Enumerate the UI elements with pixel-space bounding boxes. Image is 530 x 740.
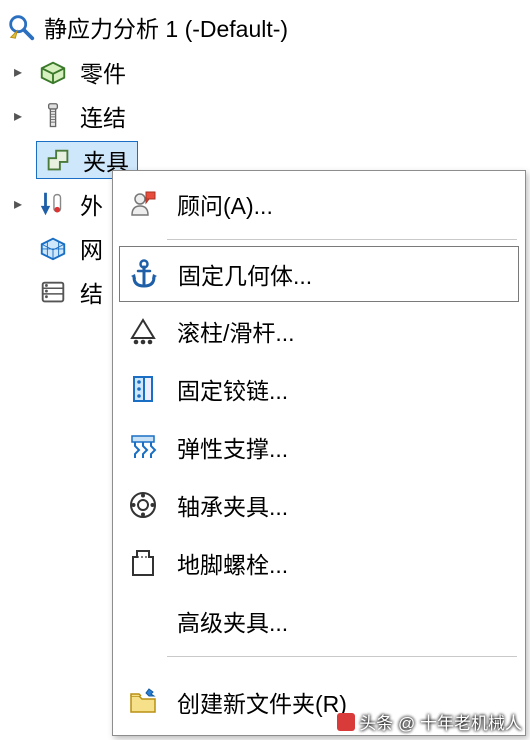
expander-icon[interactable]: ▸ [10, 62, 26, 82]
menu-bearing-fixture[interactable]: 轴承夹具... [113, 476, 525, 534]
watermark-text: 头条 @ 十年老机械人 [359, 709, 522, 734]
roller-icon [123, 311, 163, 351]
menu-fixed-geometry[interactable]: 固定几何体... [119, 246, 519, 302]
menu-label: 轴承夹具... [177, 488, 515, 522]
bearing-icon [123, 485, 163, 525]
tree-label: 结 [80, 275, 103, 309]
menu-label: 固定几何体... [178, 257, 514, 291]
menu-advisor[interactable]: 顾问(A)... [113, 175, 525, 233]
fixtures-context-menu: 顾问(A)... 固定几何体... 滚柱/滑杆... [112, 170, 526, 736]
study-title: 静应力分析 1 (-Default-) [44, 10, 288, 44]
anchor-icon [124, 254, 164, 294]
expander-icon[interactable]: ▸ [10, 106, 26, 126]
menu-advanced-fixtures[interactable]: 高级夹具... [113, 592, 525, 650]
tree-item-parts[interactable]: ▸ 零件 [0, 50, 530, 94]
fixtures-icon [41, 143, 75, 177]
tree-label: 外 [80, 187, 103, 221]
mesh-icon [36, 231, 70, 265]
menu-label: 高级夹具... [177, 604, 515, 638]
menu-label: 固定铰链... [177, 372, 515, 406]
expander-icon[interactable]: ▸ [10, 194, 26, 214]
results-icon [36, 275, 70, 309]
menu-label: 滚柱/滑杆... [177, 314, 515, 348]
connections-icon [36, 99, 70, 133]
menu-foundation-bolt[interactable]: 地脚螺栓... [113, 534, 525, 592]
menu-separator [167, 656, 517, 657]
watermark-logo-icon [337, 713, 355, 731]
tree-item-connections[interactable]: ▸ 连结 [0, 94, 530, 138]
advisor-icon [123, 184, 163, 224]
menu-label: 地脚螺栓... [177, 546, 515, 580]
tree-label: 网 [80, 231, 103, 265]
new-folder-icon [123, 682, 163, 722]
study-icon [4, 10, 38, 44]
menu-roller-slider[interactable]: 滚柱/滑杆... [113, 302, 525, 360]
parts-icon [36, 55, 70, 89]
foundation-bolt-icon [123, 543, 163, 583]
menu-elastic-support[interactable]: 弹性支撑... [113, 418, 525, 476]
menu-label: 弹性支撑... [177, 430, 515, 464]
hinge-icon [123, 369, 163, 409]
tree-label: 零件 [80, 55, 126, 89]
menu-fixed-hinge[interactable]: 固定铰链... [113, 360, 525, 418]
menu-separator [167, 239, 517, 240]
menu-gap [113, 663, 525, 673]
external-loads-icon [36, 187, 70, 221]
study-root-row[interactable]: 静应力分析 1 (-Default-) [0, 8, 530, 50]
elastic-support-icon [123, 427, 163, 467]
menu-label: 顾问(A)... [177, 187, 515, 221]
blank-icon [123, 601, 163, 641]
tree-label: 连结 [80, 99, 126, 133]
watermark: 头条 @ 十年老机械人 [337, 709, 522, 734]
